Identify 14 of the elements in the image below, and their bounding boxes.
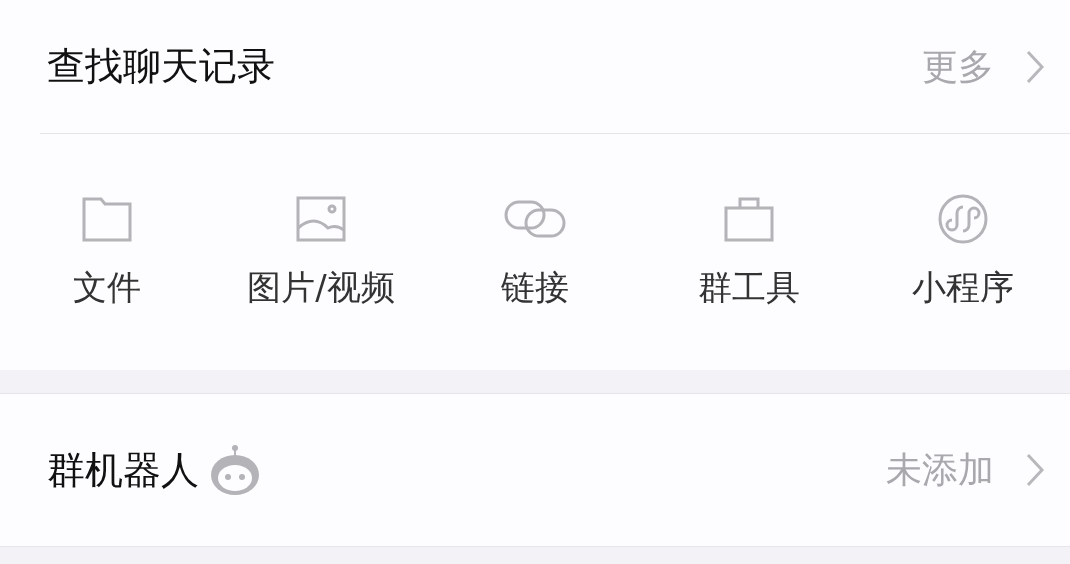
chevron-right-icon bbox=[1024, 48, 1046, 85]
category-label[interactable]: 图片/视频 bbox=[247, 267, 395, 307]
section-title: 查找聊天记录 bbox=[47, 43, 275, 90]
category-label[interactable]: 群工具 bbox=[698, 267, 800, 307]
category-label[interactable]: 链接 bbox=[501, 267, 569, 307]
category-label[interactable]: 文件 bbox=[73, 267, 141, 307]
section-title: 群机器人 bbox=[47, 446, 199, 494]
folder-icon bbox=[82, 196, 132, 242]
briefcase-icon bbox=[724, 196, 774, 242]
category-label[interactable]: 小程序 bbox=[912, 267, 1014, 307]
mini-program-icon bbox=[937, 193, 989, 245]
image-icon bbox=[296, 196, 346, 242]
chevron-right-icon bbox=[1024, 452, 1046, 488]
robot-icon bbox=[209, 444, 261, 496]
